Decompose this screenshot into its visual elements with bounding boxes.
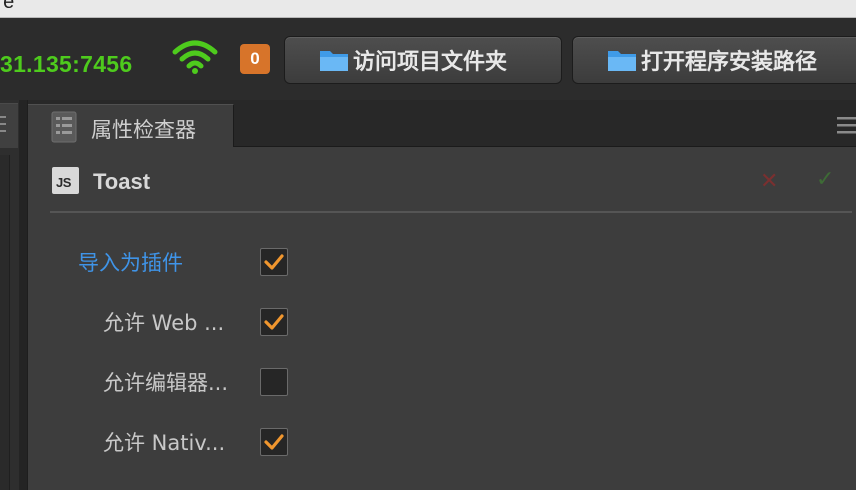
- inspector-icon: [51, 111, 77, 143]
- inspector-tabbar: 属性检查器: [28, 100, 856, 147]
- import-as-plugin-checkbox[interactable]: [260, 248, 288, 276]
- property-row-import-as-plugin: 导入为插件: [78, 246, 378, 280]
- property-row-allow-native: 允许 Nativ...: [103, 426, 383, 460]
- apply-button[interactable]: ✓: [816, 167, 834, 192]
- checkmark-icon: [264, 314, 284, 330]
- property-row-allow-editor: 允许编辑器...: [103, 366, 383, 400]
- window-title: ire: [0, 0, 15, 13]
- property-label: 导入为插件: [78, 251, 183, 275]
- left-panel-content: [0, 155, 10, 490]
- allow-web-checkbox[interactable]: [260, 308, 288, 336]
- js-script-icon: JS: [52, 167, 79, 194]
- allow-editor-checkbox[interactable]: [260, 368, 288, 396]
- panel-menu-icon[interactable]: [837, 116, 856, 134]
- checkmark-icon: [264, 434, 284, 450]
- open-project-folder-label: 访问项目文件夹: [353, 50, 508, 75]
- inspector-panel: 属性检查器 JS Toast ✕ ✓ 导入为插件 允许 Web ... 允许编辑…: [27, 100, 856, 490]
- menu-icon[interactable]: [0, 115, 6, 133]
- open-install-path-button[interactable]: 打开程序安装路径: [572, 36, 856, 84]
- tab-inspector[interactable]: 属性检查器: [28, 104, 234, 147]
- component-name: Toast: [93, 169, 151, 194]
- notification-badge[interactable]: 0: [240, 44, 270, 74]
- open-project-folder-button[interactable]: 访问项目文件夹: [284, 36, 562, 84]
- allow-native-checkbox[interactable]: [260, 428, 288, 456]
- window-titlebar: ire: [0, 0, 856, 18]
- top-toolbar: 31.135:7456 0 访问项目文件夹 打开程序安装路径: [0, 18, 856, 100]
- panel-splitter[interactable]: [19, 100, 27, 490]
- component-header: JS Toast ✕ ✓: [50, 157, 852, 213]
- checkmark-icon: [264, 254, 284, 270]
- folder-icon: [320, 51, 348, 71]
- wifi-icon: [172, 40, 218, 74]
- tab-inspector-label: 属性检查器: [91, 118, 196, 142]
- property-row-allow-web: 允许 Web ...: [103, 306, 383, 340]
- revert-button[interactable]: ✕: [760, 169, 778, 194]
- server-address[interactable]: 31.135:7456: [0, 51, 132, 78]
- property-label: 允许编辑器...: [103, 371, 229, 395]
- js-icon-label: JS: [56, 175, 71, 190]
- folder-icon: [608, 51, 636, 71]
- open-install-path-label: 打开程序安装路径: [641, 50, 818, 75]
- property-label: 允许 Nativ...: [103, 431, 226, 455]
- property-label: 允许 Web ...: [103, 311, 225, 335]
